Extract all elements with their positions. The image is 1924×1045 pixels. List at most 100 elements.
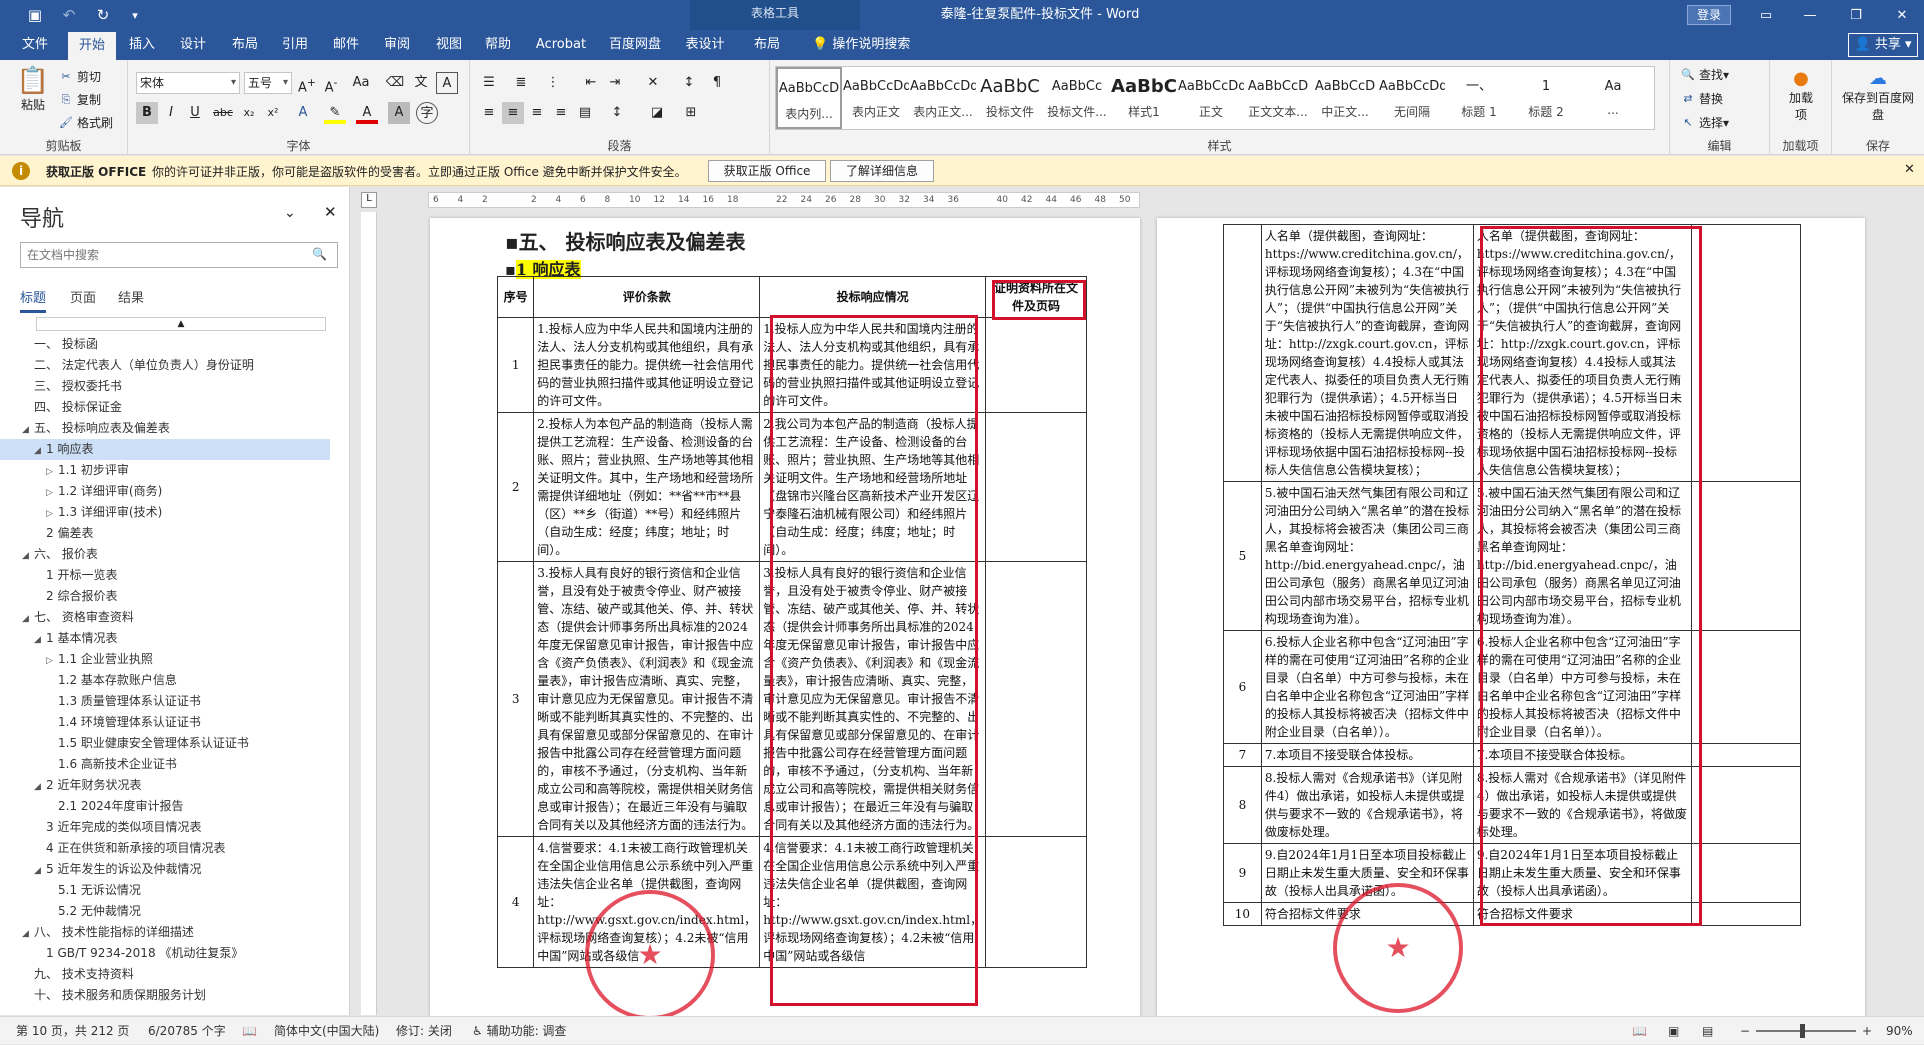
tab-acrobat[interactable]: Acrobat [526, 30, 596, 60]
clause-cell[interactable]: 8.投标人需对《合规承诺书》（详见附件4）做出承诺，如投标人未提供或提供与要求不… [1260, 766, 1474, 844]
customize-qat-icon[interactable]: ▾ [118, 0, 152, 30]
clause-cell[interactable]: 6.投标人企业名称中包含“辽河油田”字样的需在可使用“辽河油田”名称的企业目录（… [1260, 630, 1474, 744]
select-button[interactable]: ↖ 选择 ▾ [1680, 114, 1729, 131]
tab-baidu[interactable]: 百度网盘 [600, 30, 670, 60]
tab-table-design[interactable]: 表设计 [680, 30, 730, 60]
numbering-icon[interactable]: ≣ [510, 72, 532, 94]
ribbon-display-icon[interactable]: ▭ [1744, 0, 1788, 30]
line-spacing-icon[interactable]: ↕ [606, 102, 628, 124]
copy-button[interactable]: ⎘ 复制 [58, 91, 101, 108]
evidence-cell[interactable] [985, 836, 1087, 968]
cut-button[interactable]: ✂ 剪切 [58, 68, 101, 85]
nav-heading-item[interactable]: ◢ 2 近年财务状况表 [0, 775, 330, 796]
learn-more-button[interactable]: 了解详细信息 [830, 160, 934, 182]
nav-heading-item[interactable]: 5.1 无诉讼情况 [0, 880, 330, 901]
style-item[interactable]: AaBbCcDdI 无间隔 [1379, 67, 1445, 129]
evidence-cell[interactable] [1690, 766, 1802, 844]
char-border-icon[interactable]: A [436, 72, 458, 94]
style-item[interactable]: AaBbC 样式1 [1111, 67, 1177, 129]
grow-font-icon[interactable]: A+ [296, 72, 318, 95]
word-count[interactable]: 6/20785 个字 [148, 1017, 226, 1045]
tab-table-layout[interactable]: 布局 [740, 30, 794, 60]
nav-heading-item[interactable]: 1.3 质量管理体系认证证书 [0, 691, 330, 712]
nav-heading-item[interactable]: 一、 投标函 [0, 334, 330, 355]
nav-heading-item[interactable]: 三、 授权委托书 [0, 376, 330, 397]
expand-toggle-icon[interactable]: ◢ [22, 546, 34, 567]
nav-heading-item[interactable]: 九、 技术支持资料 [0, 964, 330, 985]
increase-indent-icon[interactable]: ⇥ [604, 72, 626, 94]
undo-icon[interactable]: ↶ [52, 0, 86, 30]
horizontal-ruler[interactable]: 6 4 2 2 4 6 8 10 12 14 16 18 22 24 26 28 30 32 34 36 40 42 44 4… [428, 192, 1140, 208]
addins-button[interactable]: ● 加载项 [1784, 68, 1818, 123]
shrink-font-icon[interactable]: A- [320, 72, 342, 95]
nav-tab-headings[interactable]: 标题 [20, 287, 47, 313]
evidence-cell[interactable] [985, 317, 1087, 413]
nav-search-icon[interactable]: 🔍 [312, 247, 327, 261]
distributed-icon[interactable]: ▤ [574, 102, 596, 124]
evidence-cell[interactable] [1690, 630, 1802, 744]
expand-toggle-icon[interactable]: ▷ [46, 504, 58, 525]
row-number-cell[interactable]: 5 [1223, 481, 1262, 631]
row-number-cell[interactable]: 4 [496, 836, 535, 968]
save-baidu-button[interactable]: ☁ 保存到百度网盘 [1842, 68, 1914, 123]
align-left-icon[interactable]: ≡ [478, 102, 500, 124]
nav-heading-item[interactable]: 1 开标一览表 [0, 565, 330, 586]
document-page-right[interactable]: 人名单（提供截图，查询网址：https://www.creditchina.go… [1157, 218, 1865, 1016]
align-right-icon[interactable]: ≡ [526, 102, 548, 124]
zoom-slider[interactable] [1756, 1030, 1856, 1032]
nav-scroll-up[interactable]: ▲ [36, 317, 326, 331]
expand-toggle-icon[interactable]: ▷ [46, 651, 58, 672]
print-layout-icon[interactable]: ▣ [1668, 1017, 1679, 1045]
row-number-cell[interactable] [1223, 224, 1262, 482]
style-item[interactable]: AaBbCcD 中正文... [1312, 67, 1378, 129]
style-item[interactable]: AaBbCcD 表内列... [776, 67, 842, 129]
nav-heading-item[interactable]: 5.2 无仲裁情况 [0, 901, 330, 922]
decrease-indent-icon[interactable]: ⇤ [580, 72, 602, 94]
row-number-cell[interactable]: 3 [496, 561, 535, 837]
row-number-cell[interactable]: 1 [496, 317, 535, 413]
evidence-cell[interactable] [1690, 224, 1802, 482]
clause-cell[interactable]: 2.投标人为本包产品的制造商（投标人需提供工艺流程：生产设备、检测设备的台账、照… [533, 412, 761, 562]
tab-review[interactable]: 审阅 [372, 30, 422, 60]
proofing-icon[interactable]: 📖 [242, 1017, 257, 1045]
evidence-cell[interactable] [1690, 902, 1802, 926]
tell-me-search[interactable]: 💡 操作说明搜索 [812, 30, 922, 60]
change-case-icon[interactable]: Aa [350, 72, 372, 94]
nav-heading-item[interactable]: ◢ 1 基本情况表 [0, 628, 330, 649]
msg-close-icon[interactable]: ✕ [1904, 162, 1915, 177]
nav-heading-item[interactable]: 二、 法定代表人（单位负责人）身份证明 [0, 355, 330, 376]
clear-format-icon[interactable]: ⌫ [384, 72, 406, 94]
track-changes-status[interactable]: 修订: 关闭 [396, 1017, 452, 1045]
save-icon[interactable]: ▣ [18, 0, 52, 30]
clause-cell[interactable]: 1.投标人应为中华人民共和国境内注册的法人、法人分支机构或其他组织，具有承担民事… [533, 317, 761, 413]
tab-layout[interactable]: 布局 [220, 30, 270, 60]
nav-heading-item[interactable]: ▷ 1.2 详细评审(商务) [0, 481, 330, 502]
row-number-cell[interactable]: 10 [1223, 902, 1262, 926]
clause-cell[interactable]: 人名单（提供截图，查询网址：https://www.creditchina.go… [1260, 224, 1474, 482]
expand-toggle-icon[interactable]: ◢ [34, 861, 46, 882]
tab-design[interactable]: 设计 [168, 30, 218, 60]
minimize-icon[interactable]: — [1788, 0, 1832, 30]
font-size-combo[interactable]: 五号 [244, 72, 292, 94]
style-item[interactable]: 一、 标题 1 [1446, 67, 1512, 129]
nav-heading-item[interactable]: 1.5 职业健康安全管理体系认证证书 [0, 733, 330, 754]
evidence-cell[interactable] [1690, 843, 1802, 903]
accessibility-status[interactable]: ♿ 辅助功能: 调查 [472, 1017, 566, 1045]
format-painter-button[interactable]: 🖌 格式刷 [58, 114, 113, 131]
share-button[interactable]: 👤 共享 ▾ [1848, 33, 1918, 57]
expand-toggle-icon[interactable]: ◢ [22, 924, 34, 945]
style-item[interactable]: AaBbC 投标文件 [977, 67, 1043, 129]
language-status[interactable]: 简体中文(中国大陆) [274, 1017, 379, 1045]
tab-mailings[interactable]: 邮件 [320, 30, 372, 60]
nav-heading-item[interactable]: ◢ 八、 技术性能指标的详细描述 [0, 922, 330, 943]
document-page-left[interactable]: ▪五、 投标响应表及偏差表 ▪1 响应表 序号 评价条款 投标响应情况 证明资料… [430, 218, 1140, 1016]
nav-heading-item[interactable]: ◢ 5 近年发生的诉讼及仲裁情况 [0, 859, 330, 880]
redo-icon[interactable]: ↻ [86, 0, 120, 30]
subscript-icon[interactable]: x₂ [238, 102, 260, 124]
shading-icon[interactable]: ◪ [646, 102, 668, 124]
style-item[interactable]: AaBbCcDd 表内正文... [910, 67, 976, 129]
expand-toggle-icon[interactable]: ◢ [22, 420, 34, 441]
zoom-thumb[interactable] [1800, 1024, 1805, 1038]
zoom-level[interactable]: 90% [1886, 1017, 1913, 1045]
evidence-cell[interactable] [985, 412, 1087, 562]
